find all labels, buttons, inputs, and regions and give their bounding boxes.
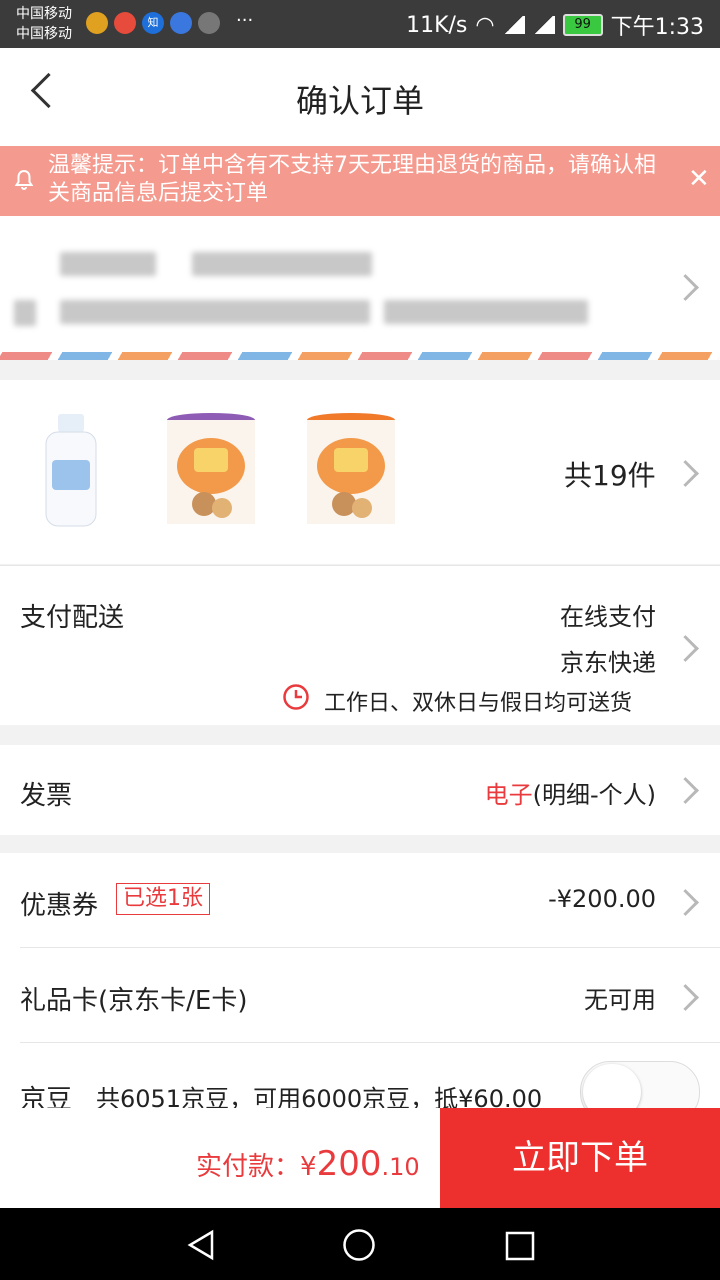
zhihu-icon: 知 (142, 12, 164, 34)
carrier-info: 中国移动 中国移动 (16, 4, 72, 44)
coupon-label: 优惠券 (20, 891, 99, 921)
payment-method: 在线支付 (560, 603, 656, 631)
currency-symbol: ¥ (300, 1152, 317, 1182)
clock: 下午1:33 (610, 15, 704, 40)
receiver-name (60, 252, 156, 276)
system-nav-bar (0, 1208, 720, 1280)
notification-icons: 知 (86, 12, 220, 34)
total-amount-int: 200 (316, 1144, 382, 1184)
toggle-knob (583, 1064, 641, 1108)
jingdou-toggle[interactable] (580, 1061, 700, 1108)
status-bar: 中国移动 中国移动 知 ··· 11K/s ◠ 99 下午1:33 (0, 0, 720, 48)
payment-shipping-section[interactable]: 支付配送 在线支付 京东快递 工作日、双休日与假日均可送货 (0, 565, 720, 725)
express-method: 京东快递 (560, 649, 656, 677)
close-icon[interactable]: ✕ (688, 164, 710, 194)
giftcard-label: 礼品卡(京东卡/E卡) (20, 986, 248, 1016)
divider (0, 565, 720, 566)
chevron-right-icon (672, 984, 699, 1011)
invoice-type-electronic: 电子 (484, 781, 533, 809)
notice-banner: 温馨提示：订单中含有不支持7天无理由退货的商品，请确认相关商品信息后提交订单 ✕ (0, 146, 720, 216)
chevron-right-icon (672, 889, 699, 916)
total-label: 实付款： (196, 1152, 301, 1182)
more-notifications: ··· (236, 10, 254, 31)
weibo-icon (114, 12, 136, 34)
carrier-name-2: 中国移动 (16, 26, 72, 42)
invoice-section[interactable]: 发票 电子(明细-个人) (0, 745, 720, 835)
battery-icon: 99 (562, 14, 603, 36)
wifi-icon: ◠ (475, 12, 495, 38)
chevron-right-icon (672, 777, 699, 804)
address-line-2 (384, 300, 588, 324)
recents-square-icon[interactable] (504, 1230, 536, 1262)
jingdou-row: 京豆 共6051京豆，可用6000京豆，抵¥60.00 (0, 1043, 720, 1108)
checkout-bar: 实付款：¥200.10 立即下单 (0, 1108, 720, 1208)
jingdou-label: 京豆 (20, 1085, 73, 1108)
baidu-icon (170, 12, 192, 34)
coupon-selected-tag: 已选1张 (116, 883, 210, 915)
invoice-type: 电子(明细-个人) (485, 775, 656, 810)
submit-order-button[interactable]: 立即下单 (440, 1108, 720, 1208)
address-line-1 (60, 300, 370, 324)
delivery-note: 工作日、双休日与假日均可送货 (324, 691, 633, 716)
back-triangle-icon[interactable] (184, 1228, 218, 1262)
discount-section: 优惠券 已选1张 -¥200.00 礼品卡(京东卡/E卡) 无可用 京豆 共60… (0, 853, 720, 1108)
status-right: 11K/s ◠ 99 下午1:33 (406, 9, 704, 41)
coupon-row[interactable]: 优惠券 已选1张 -¥200.00 (0, 853, 720, 947)
payment-shipping-label: 支付配送 (20, 603, 125, 633)
notice-text: 温馨提示：订单中含有不支持7天无理由退货的商品，请确认相关商品信息后提交订单 (48, 153, 656, 206)
total-amount-dec: .10 (381, 1153, 420, 1181)
home-circle-icon[interactable] (342, 1228, 376, 1262)
receiver-phone (192, 252, 372, 276)
address-section[interactable] (0, 216, 720, 360)
chevron-right-icon (672, 460, 699, 487)
product-section[interactable]: 共19件 (0, 380, 720, 564)
signal-4g-icon (502, 16, 525, 34)
coupon-value: -¥200.00 (548, 885, 656, 913)
product-count: 共19件 (564, 459, 656, 492)
bell-icon (14, 169, 34, 190)
chevron-right-icon (672, 274, 699, 301)
product-image-lotion (20, 410, 130, 530)
lock-app-icon (86, 12, 108, 34)
clock-icon (283, 684, 309, 710)
chevron-right-icon (672, 635, 699, 662)
giftcard-row[interactable]: 礼品卡(京东卡/E卡) 无可用 (0, 948, 720, 1042)
network-speed: 11K/s (406, 12, 468, 38)
signal-2g-icon (532, 16, 555, 34)
page-title: 确认订单 (295, 82, 424, 120)
wechat-icon (198, 12, 220, 34)
carrier-name-1: 中国移动 (16, 6, 72, 22)
invoice-type-detail: (明细-个人) (532, 781, 656, 809)
invoice-label: 发票 (20, 781, 73, 811)
jingdou-desc: 共6051京豆，可用6000京豆，抵¥60.00 (96, 1085, 543, 1108)
location-icon (14, 300, 36, 326)
total-payment: 实付款：¥200.10 (196, 1144, 420, 1184)
product-image-floss-1 (156, 410, 266, 530)
product-image-floss-2 (296, 410, 406, 530)
envelope-stripe (0, 352, 720, 360)
giftcard-value: 无可用 (584, 986, 656, 1014)
nav-bar: 确认订单 (0, 48, 720, 146)
